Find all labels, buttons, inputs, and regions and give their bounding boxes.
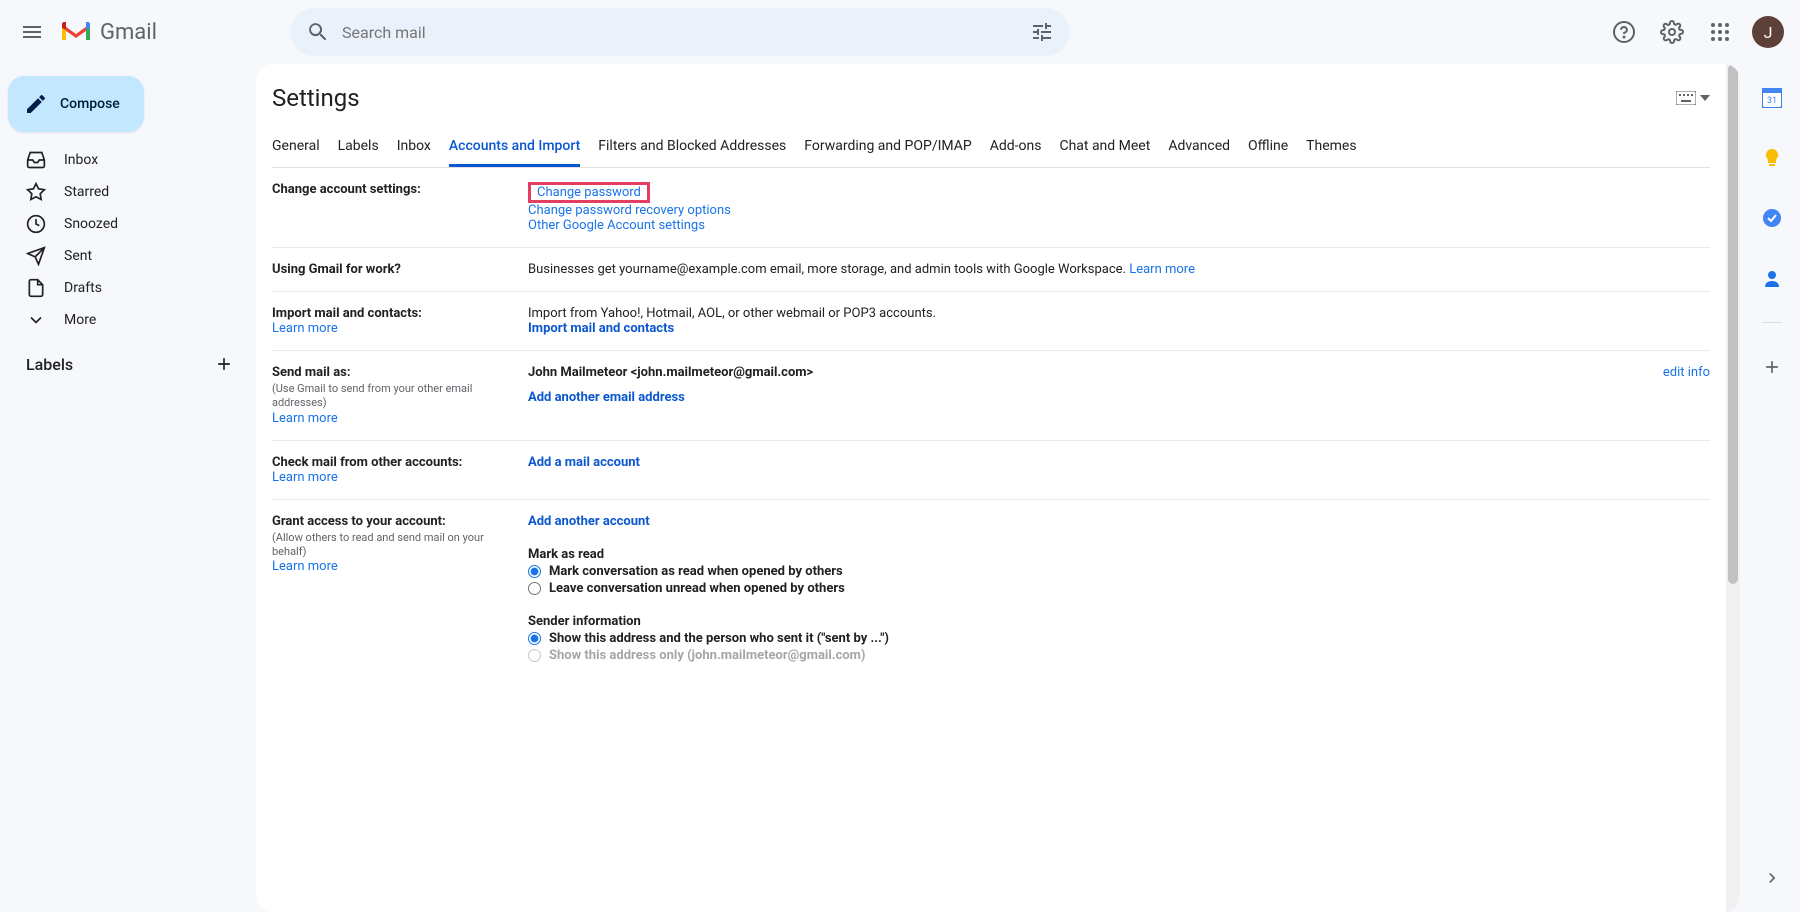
gear-icon (1660, 20, 1684, 44)
chevron-down-icon (26, 310, 46, 330)
scrollbar[interactable] (1726, 64, 1740, 912)
keep-icon (1762, 148, 1782, 168)
pencil-icon (24, 92, 48, 116)
add-label-button[interactable] (210, 350, 238, 378)
tab-advanced[interactable]: Advanced (1168, 128, 1230, 167)
sidebar-item-sent[interactable]: Sent (0, 240, 240, 272)
search-bar[interactable] (290, 8, 1070, 56)
label-import-contacts: Import mail and contacts: (272, 306, 422, 321)
text-import: Import from Yahoo!, Hotmail, AOL, or oth… (528, 306, 936, 321)
tab-general[interactable]: General (272, 128, 320, 167)
tab-themes[interactable]: Themes (1306, 128, 1356, 167)
heading-sender-info: Sender information (528, 614, 1710, 629)
text-workspace: Businesses get yourname@example.com emai… (528, 262, 1129, 277)
chevron-right-icon (1762, 868, 1782, 888)
plus-icon (1762, 357, 1782, 377)
star-icon (26, 182, 46, 202)
contacts-icon (1762, 268, 1782, 288)
tab-inbox[interactable]: Inbox (397, 128, 431, 167)
search-options-button[interactable] (1022, 12, 1062, 52)
link-import-mail[interactable]: Import mail and contacts (528, 321, 674, 336)
input-tools-button[interactable] (1676, 91, 1710, 105)
tasks-app-button[interactable] (1752, 198, 1792, 238)
label-change-account: Change account settings: (272, 182, 528, 233)
add-addon-button[interactable] (1752, 347, 1792, 387)
sidebar-item-more[interactable]: More (0, 304, 240, 336)
page-title: Settings (272, 84, 360, 112)
text-primary-address: John Mailmeteor <john.mailmeteor@gmail.c… (528, 365, 813, 380)
link-edit-info[interactable]: edit info (1663, 365, 1710, 380)
apps-button[interactable] (1700, 12, 1740, 52)
dropdown-icon (1700, 95, 1710, 101)
sidebar-item-inbox[interactable]: Inbox (0, 144, 240, 176)
hamburger-icon (20, 20, 44, 44)
link-grant-learn[interactable]: Learn more (272, 559, 338, 574)
support-button[interactable] (1604, 12, 1644, 52)
heading-mark-read: Mark as read (528, 547, 1710, 562)
label-grant-access: Grant access to your account: (272, 514, 446, 529)
radio-leave-unread[interactable]: Leave conversation unread when opened by… (528, 581, 1710, 596)
contacts-app-button[interactable] (1752, 258, 1792, 298)
tab-forwarding-and-pop-imap[interactable]: Forwarding and POP/IMAP (804, 128, 971, 167)
tab-offline[interactable]: Offline (1248, 128, 1288, 167)
sidebar-item-snoozed[interactable]: Snoozed (0, 208, 240, 240)
plus-icon (214, 354, 234, 374)
labels-heading: Labels (26, 355, 73, 374)
label-check-mail: Check mail from other accounts: (272, 455, 462, 470)
gmail-logo[interactable]: Gmail (60, 20, 240, 45)
calendar-icon: 31 (1762, 88, 1782, 108)
link-sendas-learn[interactable]: Learn more (272, 411, 338, 426)
send-icon (26, 246, 46, 266)
link-other-settings[interactable]: Other Google Account settings (528, 218, 705, 233)
tab-accounts-and-import[interactable]: Accounts and Import (449, 128, 580, 167)
tab-chat-and-meet[interactable]: Chat and Meet (1059, 128, 1150, 167)
radio-show-only[interactable]: Show this address only (john.mailmeteor@… (528, 648, 1710, 663)
link-change-password[interactable]: Change password (537, 185, 641, 200)
inbox-icon (26, 150, 46, 170)
sublabel-send-mail-as: (Use Gmail to send from your other email… (272, 382, 518, 411)
keyboard-icon (1676, 91, 1696, 105)
radio-show-both[interactable]: Show this address and the person who sen… (528, 631, 1710, 646)
tasks-icon (1762, 208, 1782, 228)
settings-tabs: General Labels Inbox Accounts and Import Fil… (272, 124, 1710, 168)
tune-icon (1030, 20, 1054, 44)
label-send-mail-as: Send mail as: (272, 365, 351, 380)
compose-label: Compose (60, 96, 120, 112)
tab-filters-and-blocked-addresses[interactable]: Filters and Blocked Addresses (598, 128, 786, 167)
search-input[interactable] (338, 23, 1022, 42)
label-using-work: Using Gmail for work? (272, 262, 528, 277)
clock-icon (26, 214, 46, 234)
link-recovery-options[interactable]: Change password recovery options (528, 203, 731, 218)
link-add-mail-account[interactable]: Add a mail account (528, 455, 640, 470)
main-menu-button[interactable] (8, 8, 56, 56)
sublabel-grant-access: (Allow others to read and send mail on y… (272, 531, 518, 560)
tab-labels[interactable]: Labels (338, 128, 379, 167)
link-import-learn[interactable]: Learn more (272, 321, 338, 336)
search-button[interactable] (298, 12, 338, 52)
apps-grid-icon (1708, 20, 1732, 44)
gmail-wordmark: Gmail (100, 20, 157, 45)
side-panel-toggle[interactable] (1758, 864, 1786, 892)
sidebar-item-starred[interactable]: Starred (0, 176, 240, 208)
account-avatar[interactable]: J (1752, 16, 1784, 48)
svg-text:31: 31 (1767, 96, 1777, 106)
compose-button[interactable]: Compose (8, 76, 144, 132)
link-workspace-learn[interactable]: Learn more (1129, 262, 1195, 277)
sidebar-item-drafts[interactable]: Drafts (0, 272, 240, 304)
scrollbar-thumb[interactable] (1728, 64, 1738, 584)
link-add-account[interactable]: Add another account (528, 514, 650, 529)
help-icon (1612, 20, 1636, 44)
radio-mark-read[interactable]: Mark conversation as read when opened by… (528, 564, 1710, 579)
link-add-email[interactable]: Add another email address (528, 390, 685, 405)
search-icon (306, 20, 330, 44)
keep-app-button[interactable] (1752, 138, 1792, 178)
calendar-app-button[interactable]: 31 (1752, 78, 1792, 118)
tab-add-ons[interactable]: Add-ons (990, 128, 1042, 167)
file-icon (26, 278, 46, 298)
link-check-learn[interactable]: Learn more (272, 470, 338, 485)
gmail-icon (60, 20, 92, 44)
settings-button[interactable] (1652, 12, 1692, 52)
